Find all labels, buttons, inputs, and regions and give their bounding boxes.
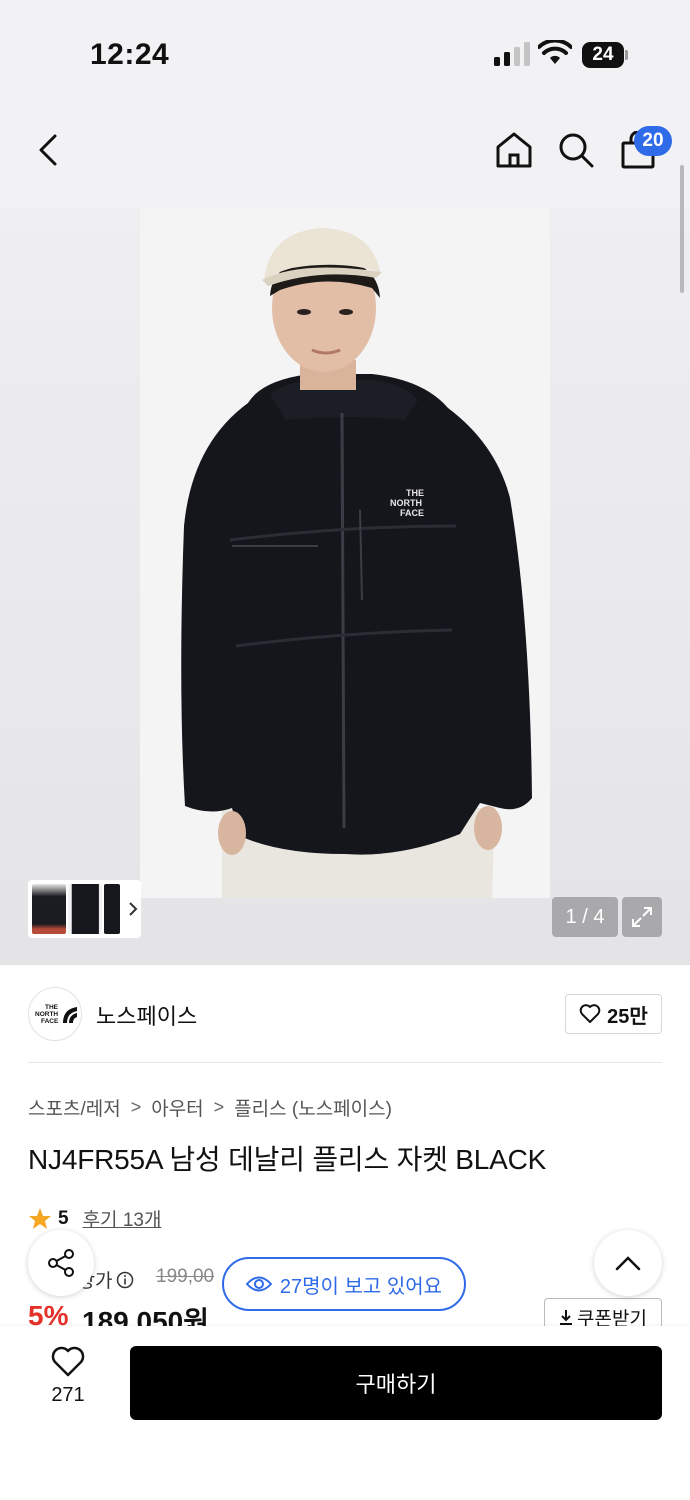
color-thumbnail-strip[interactable] (28, 880, 141, 938)
breadcrumb-subcategory[interactable]: 아우터 (151, 1094, 203, 1121)
original-price: 199,00 (156, 1266, 215, 1287)
home-icon (496, 132, 532, 168)
chevron-right-icon: > (213, 1097, 225, 1117)
page-scrollbar[interactable] (680, 165, 684, 293)
top-navigation (0, 100, 690, 208)
back-button[interactable] (24, 126, 72, 174)
download-icon (560, 1310, 573, 1325)
breadcrumb: 스포츠/레저 > 아우터 > 플리스 (노스페이스) (28, 1094, 392, 1121)
share-button[interactable] (28, 1230, 94, 1296)
thumbnail-front[interactable] (68, 884, 102, 934)
search-icon (559, 133, 594, 168)
share-icon (48, 1249, 74, 1277)
star-icon (29, 1207, 51, 1229)
thumbnail-model[interactable] (32, 884, 66, 934)
review-count-link[interactable]: 후기 13개 (83, 1205, 162, 1232)
svg-text:NORTH: NORTH (390, 498, 422, 508)
clock: 12:24 (90, 38, 170, 71)
info-icon[interactable] (116, 1271, 134, 1289)
chevron-left-icon (39, 134, 57, 166)
chevron-right-icon: > (130, 1097, 142, 1117)
battery-level: 24 (582, 42, 624, 68)
breadcrumb-category[interactable]: 스포츠/레저 (28, 1094, 121, 1121)
rating-row: 5 후기 13개 (28, 1205, 161, 1232)
thumbnail-back[interactable] (104, 884, 120, 934)
home-button[interactable] (490, 126, 538, 174)
svg-text:THE: THE (45, 1004, 59, 1011)
wifi-icon (538, 40, 572, 64)
north-face-logo: THE NORTH FACE (35, 1004, 77, 1025)
svg-text:FACE: FACE (41, 1018, 59, 1025)
heart-icon (51, 1346, 85, 1377)
svg-text:FACE: FACE (400, 508, 424, 518)
brand-logo[interactable]: THE NORTH FACE (28, 987, 82, 1041)
expand-image-button[interactable] (622, 897, 662, 937)
wishlist-button[interactable]: 271 (40, 1346, 96, 1418)
expand-icon (632, 907, 652, 927)
eye-icon (245, 1276, 272, 1292)
image-counter: 1 / 4 (552, 897, 618, 937)
chevron-right-icon (129, 902, 138, 916)
heart-icon (579, 1004, 601, 1023)
divider (28, 1062, 662, 1063)
search-button[interactable] (552, 126, 600, 174)
chevron-up-icon (615, 1256, 641, 1271)
rating-score: 5 (58, 1207, 69, 1229)
viewers-text: 27명이 보고 있어요 (279, 1275, 443, 1298)
product-photo: THE NORTH FACE (0, 208, 690, 965)
viewers-badge: 27명이 보고 있어요 (222, 1257, 466, 1311)
brand-like-button[interactable]: 25만 (565, 994, 662, 1034)
cart-count-badge: 20 (634, 126, 672, 156)
brand-like-count: 25만 (607, 1005, 648, 1028)
scroll-to-top-button[interactable] (594, 1230, 662, 1296)
breadcrumb-leaf[interactable]: 플리스 (노스페이스) (234, 1094, 392, 1121)
product-title: NJ4FR55A 남성 데날리 플리스 자켓 BLACK (28, 1144, 547, 1175)
svg-text:THE: THE (406, 488, 424, 498)
wishlist-count: 271 (51, 1384, 85, 1406)
product-image-gallery[interactable]: THE NORTH FACE (0, 208, 690, 965)
buy-button[interactable]: 구매하기 (130, 1346, 662, 1420)
svg-text:NORTH: NORTH (35, 1011, 58, 1018)
signal-icon (494, 42, 530, 66)
brand-name[interactable]: 노스페이스 (96, 999, 197, 1031)
status-bar: 12:24 24 (0, 0, 690, 100)
battery-indicator: 24 (582, 42, 628, 68)
